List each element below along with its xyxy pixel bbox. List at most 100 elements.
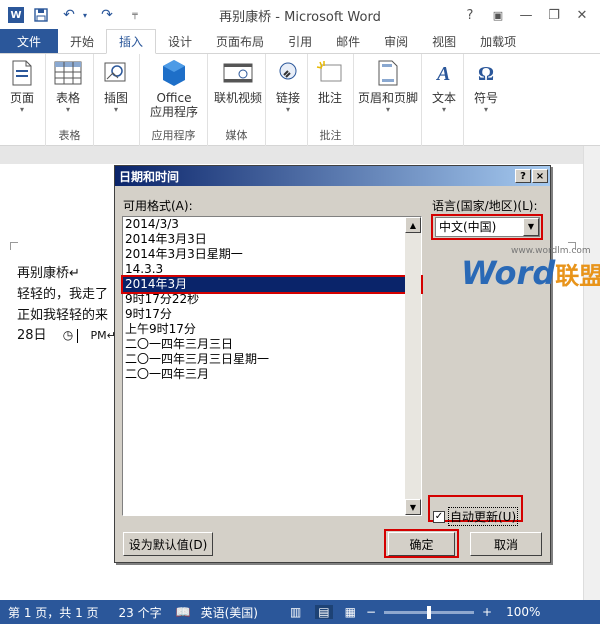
language-status[interactable]: 英语(美国) bbox=[201, 604, 258, 621]
redo-icon[interactable]: ↷ bbox=[96, 4, 118, 26]
auto-update-checkbox[interactable]: ✓ 自动更新(U) bbox=[433, 507, 519, 526]
ribbon-group-text: A 文本 ▾ bbox=[422, 54, 464, 146]
group-label-tables: 表格 bbox=[58, 129, 81, 142]
chevron-down-icon[interactable]: ▼ bbox=[523, 218, 539, 236]
auto-update-label: 自动更新(U) bbox=[448, 507, 519, 526]
save-icon[interactable] bbox=[30, 4, 52, 26]
group-label-media: 媒体 bbox=[225, 129, 248, 142]
tab-file[interactable]: 文件 bbox=[0, 29, 58, 53]
formats-list: 2014/3/3 2014年3月3日 2014年3月3日星期一 14.3.3 2014年… bbox=[121, 217, 423, 382]
office-apps-icon bbox=[158, 58, 190, 88]
word-count[interactable]: 23 个字 bbox=[119, 604, 162, 621]
chevron-down-icon: ▾ bbox=[19, 105, 24, 114]
tab-mailings[interactable]: 邮件 bbox=[324, 29, 372, 53]
undo-icon[interactable]: ↶ bbox=[58, 4, 80, 26]
tab-design[interactable]: 设计 bbox=[156, 29, 204, 53]
illustrations-button[interactable]: 插图 ▾ bbox=[94, 54, 138, 146]
formats-listbox[interactable]: 2014/3/3 2014年3月3日 2014年3月3日星期一 14.3.3 2014年… bbox=[121, 216, 423, 516]
tab-review[interactable]: 审阅 bbox=[372, 29, 420, 53]
dialog-help-button[interactable]: ? bbox=[515, 169, 531, 183]
dialog-title: 日期和时间 bbox=[115, 166, 550, 186]
undo-dropdown-icon[interactable]: ▾ bbox=[80, 4, 90, 26]
watermark-word: Word bbox=[461, 254, 556, 292]
format-list-item[interactable]: 9时17分22秒 bbox=[123, 292, 421, 307]
ribbon-group-apps: Office 应用程序 应用程序 bbox=[140, 54, 208, 146]
ribbon: 页面 ▾ 表格 ▾ 表格 插图 ▾ Office 应用程序 应用程序 联机视频 … bbox=[0, 54, 600, 146]
header-footer-icon bbox=[372, 58, 404, 88]
tab-references[interactable]: 引用 bbox=[276, 29, 324, 53]
minimize-button[interactable]: — bbox=[512, 4, 540, 26]
symbol-icon: Ω bbox=[470, 58, 502, 88]
set-default-button[interactable]: 设为默认值(D) bbox=[123, 532, 213, 556]
zoom-out-icon[interactable]: − bbox=[366, 605, 376, 619]
svg-text:A: A bbox=[435, 63, 450, 85]
watermark-brand: 联盟 bbox=[555, 262, 600, 290]
close-button[interactable]: ✕ bbox=[568, 4, 596, 26]
document-line: 轻轻的，我走了 bbox=[17, 287, 109, 302]
scroll-down-icon[interactable]: ▼ bbox=[405, 499, 421, 515]
document-scrollbar[interactable] bbox=[583, 146, 600, 600]
formats-label: 可用格式(A): bbox=[123, 199, 193, 213]
text-icon: A bbox=[428, 58, 460, 88]
format-list-item[interactable]: 9时17分 bbox=[123, 307, 421, 322]
tab-insert[interactable]: 插入 bbox=[106, 29, 157, 54]
zoom-slider-thumb[interactable] bbox=[427, 605, 432, 619]
tab-addins[interactable]: 加载项 bbox=[468, 29, 528, 53]
svg-text:Ω: Ω bbox=[478, 63, 494, 85]
tab-view[interactable]: 视图 bbox=[420, 29, 468, 53]
watermark-logo: Word联盟 bbox=[461, 254, 600, 292]
format-list-item[interactable]: 14.3.3 bbox=[123, 262, 421, 277]
chevron-down-icon: ▾ bbox=[113, 105, 118, 114]
tab-home[interactable]: 开始 bbox=[58, 29, 106, 53]
ribbon-group-tables: 表格 ▾ 表格 bbox=[46, 54, 94, 146]
format-list-item[interactable]: 2014/3/3 bbox=[123, 217, 421, 232]
format-list-item[interactable]: 二〇一四年三月三日星期一 bbox=[123, 352, 421, 367]
pages-button[interactable]: 页面 ▾ bbox=[0, 54, 44, 146]
field-suffix: PM↵ bbox=[90, 329, 116, 342]
dialog-close-button[interactable]: × bbox=[532, 169, 548, 183]
format-list-item[interactable]: 二〇一四年三月 bbox=[123, 367, 421, 382]
customize-qat-icon[interactable]: ╤ bbox=[124, 4, 146, 26]
text-button[interactable]: A 文本 ▾ bbox=[422, 54, 466, 146]
print-layout-icon[interactable]: ▤ bbox=[315, 605, 333, 619]
format-list-item[interactable]: 2014年3月3日星期一 bbox=[123, 247, 421, 262]
zoom-in-icon[interactable]: + bbox=[482, 605, 492, 619]
language-select[interactable]: 中文(中国) ▼ bbox=[435, 217, 540, 237]
document-line-text: 28日 bbox=[17, 328, 47, 343]
table-icon bbox=[52, 58, 84, 88]
chevron-down-icon: ▾ bbox=[483, 105, 488, 114]
format-list-item[interactable]: 2014年3月3日 bbox=[123, 232, 421, 247]
page-count[interactable]: 第 1 页，共 1 页 bbox=[8, 604, 99, 621]
language-label: 语言(国家/地区)(L): bbox=[432, 199, 538, 213]
ribbon-display-button[interactable]: ▣ bbox=[484, 4, 512, 26]
text-cursor bbox=[77, 328, 79, 343]
zoom-slider[interactable] bbox=[384, 605, 475, 619]
listbox-scrollbar[interactable]: ▲ ▼ bbox=[405, 217, 421, 515]
word-logo-icon[interactable]: W bbox=[8, 7, 24, 23]
ribbon-group-pages: 页面 ▾ bbox=[0, 54, 46, 146]
cancel-button[interactable]: 取消 bbox=[470, 532, 542, 556]
ribbon-group-links: 链接 ▾ bbox=[266, 54, 308, 146]
checkbox-check-icon[interactable]: ✓ bbox=[433, 510, 445, 523]
format-list-item[interactable]: 二〇一四年三月三日 bbox=[123, 337, 421, 352]
help-button[interactable]: ? bbox=[456, 4, 484, 26]
format-list-item[interactable]: 2014年3月 bbox=[121, 275, 423, 294]
ribbon-group-illustrations: 插图 ▾ bbox=[94, 54, 140, 146]
read-mode-icon[interactable]: ▥ bbox=[290, 605, 301, 619]
links-button[interactable]: 链接 ▾ bbox=[266, 54, 310, 146]
header-footer-button[interactable]: 页眉和页脚 ▾ bbox=[354, 54, 424, 146]
restore-button[interactable]: ❐ bbox=[540, 4, 568, 26]
chevron-down-icon: ▾ bbox=[285, 105, 290, 114]
margin-marker bbox=[10, 242, 18, 250]
ribbon-tabs: 文件 开始 插入 设计 页面布局 引用 邮件 审阅 视图 加载项 bbox=[0, 29, 600, 54]
tab-page-layout[interactable]: 页面布局 bbox=[204, 29, 276, 53]
document-line: 正如我轻轻的来 bbox=[17, 308, 109, 323]
zoom-level[interactable]: 100% bbox=[506, 605, 540, 619]
proofing-icon[interactable]: 📖 bbox=[176, 605, 191, 619]
title-bar: W ↶ ▾ ↷ ╤ 再别康桥 - Microsoft Word ? ▣ — ❐ … bbox=[0, 0, 600, 30]
symbols-button[interactable]: Ω 符号 ▾ bbox=[464, 54, 508, 146]
format-list-item[interactable]: 上午9时17分 bbox=[123, 322, 421, 337]
web-layout-icon[interactable]: ▦ bbox=[345, 605, 356, 619]
scroll-up-icon[interactable]: ▲ bbox=[405, 217, 421, 233]
ok-button[interactable]: 确定 bbox=[388, 532, 455, 556]
